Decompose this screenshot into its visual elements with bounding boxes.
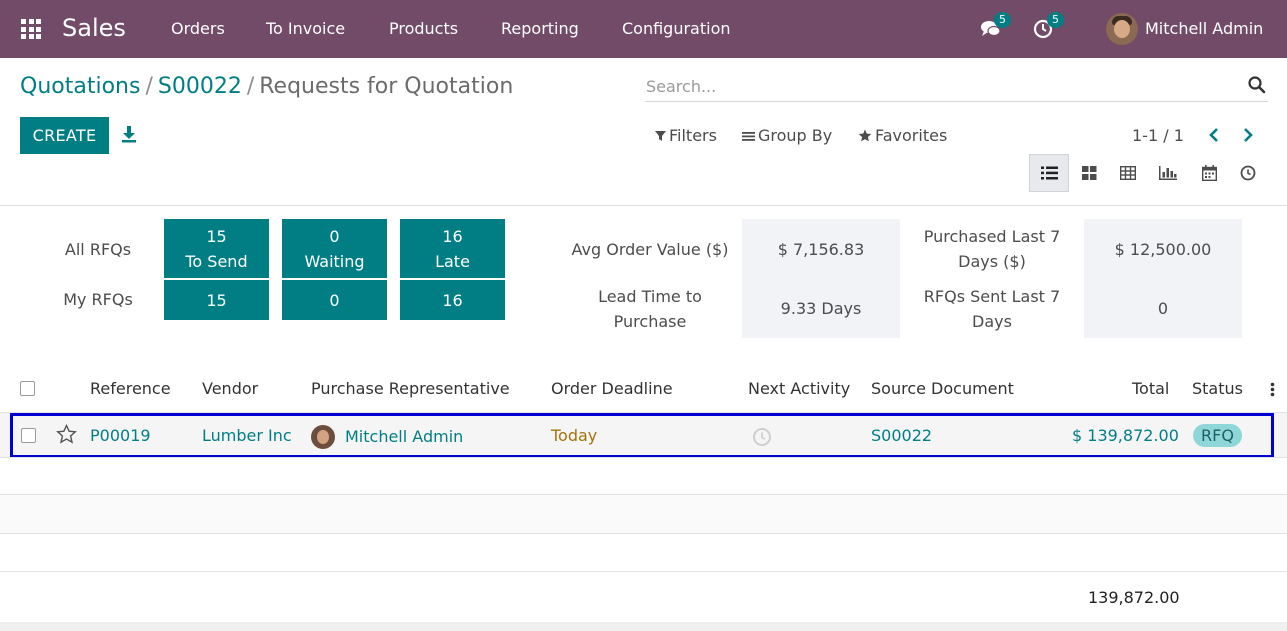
pager-value[interactable]: 1-1 / 1 bbox=[1132, 126, 1184, 145]
tile-label: Waiting bbox=[304, 251, 365, 271]
filter-icon bbox=[655, 130, 666, 141]
pager-next-icon[interactable] bbox=[1241, 127, 1255, 143]
group-by-icon bbox=[742, 131, 755, 141]
row-divider bbox=[0, 571, 1287, 572]
kpi-rfqs-sent-label: RFQs Sent Last 7 Days bbox=[923, 287, 1061, 331]
star-icon bbox=[858, 129, 872, 142]
user-avatar[interactable] bbox=[1106, 13, 1138, 45]
group-by-label: Group By bbox=[758, 126, 833, 145]
search-input[interactable] bbox=[646, 75, 1236, 97]
breadcrumb: Quotations / S00022/Requests for Quotation bbox=[20, 74, 513, 99]
breadcrumb-separator: / bbox=[145, 74, 153, 99]
control-panel-divider bbox=[0, 205, 1287, 206]
user-menu-name[interactable]: Mitchell Admin bbox=[1145, 19, 1263, 38]
tile-my-waiting[interactable]: 0 bbox=[282, 280, 387, 320]
filters-label: Filters bbox=[669, 126, 717, 145]
pivot-view-icon[interactable] bbox=[1108, 154, 1148, 192]
select-all-checkbox[interactable] bbox=[20, 381, 35, 396]
my-rfqs-label: My RFQs bbox=[63, 290, 133, 309]
all-rfqs-label: All RFQs bbox=[64, 240, 132, 259]
list-view-icon[interactable] bbox=[1029, 154, 1069, 192]
calendar-view-icon[interactable] bbox=[1189, 154, 1229, 192]
footer-strip bbox=[0, 622, 1287, 631]
column-next-activity[interactable]: Next Activity bbox=[748, 379, 850, 398]
menu-orders[interactable]: Orders bbox=[171, 19, 225, 38]
tile-label: Late bbox=[435, 251, 470, 271]
apps-menu-icon[interactable] bbox=[21, 19, 41, 39]
download-icon[interactable] bbox=[121, 125, 137, 143]
favorites-button[interactable]: Favorites bbox=[858, 126, 947, 145]
column-total[interactable]: Total bbox=[1132, 379, 1169, 398]
breadcrumb-quotations[interactable]: Quotations bbox=[20, 74, 140, 99]
favorites-label: Favorites bbox=[875, 126, 948, 145]
tile-all-waiting[interactable]: 0 Waiting bbox=[282, 219, 387, 278]
kpi-purchased-label: Purchased Last 7 Days ($) bbox=[923, 227, 1061, 271]
breadcrumb-s00022[interactable]: S00022 bbox=[158, 74, 242, 99]
tile-count: 0 bbox=[329, 226, 340, 246]
top-navbar: Sales Orders To Invoice Products Reporti… bbox=[0, 0, 1287, 58]
menu-products[interactable]: Products bbox=[389, 19, 458, 38]
graph-view-icon[interactable] bbox=[1148, 154, 1188, 192]
empty-row bbox=[0, 495, 1287, 533]
tile-label: To Send bbox=[185, 251, 248, 271]
kpi-avg-order-label: Avg Order Value ($) bbox=[571, 239, 729, 259]
kpi-lead-time-label: Lead Time to Purchase bbox=[598, 287, 702, 331]
filters-button[interactable]: Filters bbox=[655, 126, 717, 145]
activities-clock-icon[interactable]: 5 bbox=[1033, 12, 1064, 40]
optional-columns-icon[interactable] bbox=[1270, 382, 1275, 397]
app-brand[interactable]: Sales bbox=[62, 14, 126, 42]
activities-count-badge: 5 bbox=[1047, 12, 1064, 28]
column-status[interactable]: Status bbox=[1192, 379, 1243, 398]
create-button[interactable]: CREATE bbox=[20, 117, 109, 154]
breadcrumb-separator: / bbox=[246, 74, 255, 99]
tile-my-late[interactable]: 16 bbox=[400, 280, 505, 320]
messages-count-badge: 5 bbox=[994, 12, 1011, 28]
search-bar bbox=[645, 70, 1268, 102]
kpi-lead-time-value: 9.33 Days bbox=[742, 279, 900, 338]
menu-to-invoice[interactable]: To Invoice bbox=[266, 19, 345, 38]
tile-all-to-send[interactable]: 15 To Send bbox=[164, 219, 269, 278]
search-icon[interactable] bbox=[1248, 76, 1266, 94]
menu-configuration[interactable]: Configuration bbox=[622, 19, 731, 38]
tile-count: 15 bbox=[206, 226, 227, 246]
row-divider bbox=[0, 533, 1287, 534]
tile-all-late[interactable]: 16 Late bbox=[400, 219, 505, 278]
kpi-avg-order-value: $ 7,156.83 bbox=[742, 219, 900, 279]
column-source-document[interactable]: Source Document bbox=[871, 379, 1014, 398]
kpi-rfqs-sent-value: 0 bbox=[1084, 279, 1242, 338]
selected-row-highlight bbox=[10, 413, 1274, 458]
pager-previous-icon[interactable] bbox=[1207, 127, 1221, 143]
group-by-button[interactable]: Group By bbox=[742, 126, 832, 145]
tile-count: 16 bbox=[442, 226, 463, 246]
messages-icon[interactable]: 5 bbox=[980, 12, 1011, 40]
kpi-purchased-value: $ 12,500.00 bbox=[1084, 219, 1242, 279]
row-divider bbox=[0, 457, 1287, 458]
column-vendor[interactable]: Vendor bbox=[202, 379, 258, 398]
tile-my-to-send[interactable]: 15 bbox=[164, 280, 269, 320]
kanban-view-icon[interactable] bbox=[1069, 154, 1109, 192]
column-purchase-representative[interactable]: Purchase Representative bbox=[311, 379, 510, 398]
page-title: Requests for Quotation bbox=[259, 74, 514, 99]
menu-reporting[interactable]: Reporting bbox=[501, 19, 579, 38]
footer-total: 139,872.00 bbox=[1088, 588, 1180, 607]
activity-view-icon[interactable] bbox=[1228, 154, 1268, 192]
column-order-deadline[interactable]: Order Deadline bbox=[551, 379, 673, 398]
column-reference[interactable]: Reference bbox=[90, 379, 171, 398]
